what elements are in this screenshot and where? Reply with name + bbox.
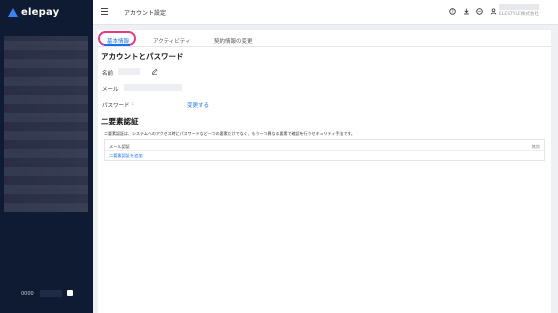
chat-icon[interactable] <box>476 8 483 15</box>
sidebar: elepay 0000 <box>0 0 93 313</box>
user-icon[interactable] <box>490 8 497 15</box>
mfa-description: 二要素認証は、システムへのアクセス時にパスワードなど一つの要素だけでなく、もう一… <box>104 131 355 136</box>
main-content: 基本情報 アクティビティ 契約情報の変更 アカウントとパスワード 名前 メール … <box>98 30 551 313</box>
brand-logo[interactable]: elepay <box>8 7 59 18</box>
elepay-logo-icon <box>8 8 18 17</box>
account-section-title: アカウントとパスワード <box>101 52 184 61</box>
sidebar-footer-text: 0000 <box>21 291 34 297</box>
password-separator: : <box>132 101 134 107</box>
email-label: メール <box>102 87 119 93</box>
mfa-section-title: 二要素認証 <box>101 117 139 126</box>
copy-icon[interactable] <box>67 290 73 296</box>
active-tab-indicator <box>104 44 130 46</box>
svg-text:?: ? <box>451 9 453 14</box>
name-value-redacted <box>118 68 140 75</box>
change-password-link[interactable]: 変更する <box>187 101 209 109</box>
edit-icon[interactable] <box>151 68 158 77</box>
sidebar-footer-redacted <box>40 290 62 297</box>
email-value-redacted <box>124 84 182 91</box>
mfa-divider <box>105 150 544 151</box>
add-mfa-link[interactable]: 二要素認証を追加 <box>109 153 143 159</box>
brand-name: elepay <box>21 7 60 18</box>
sidebar-menu-redacted <box>4 36 88 212</box>
tab-activity[interactable]: アクティビティ <box>153 37 191 45</box>
mfa-card: メール認証 無効 二要素認証を追加 <box>104 139 545 161</box>
page-title: アカウント設定 <box>124 10 167 17</box>
topbar: アカウント設定 ? ELESTYLE株式会社 <box>93 0 558 25</box>
sidebar-footer: 0000 <box>0 288 93 302</box>
tab-bar: 基本情報 アクティビティ 契約情報の変更 <box>98 30 551 47</box>
menu-icon[interactable] <box>101 8 108 16</box>
help-icon[interactable]: ? <box>449 8 456 15</box>
password-label: パスワード <box>102 103 130 109</box>
user-company: ELESTYLE株式会社 <box>499 12 539 17</box>
name-label: 名前 <box>102 71 114 77</box>
user-name-redacted <box>499 4 539 10</box>
tab-contract-change[interactable]: 契約情報の変更 <box>214 37 253 45</box>
download-icon[interactable] <box>463 8 470 15</box>
